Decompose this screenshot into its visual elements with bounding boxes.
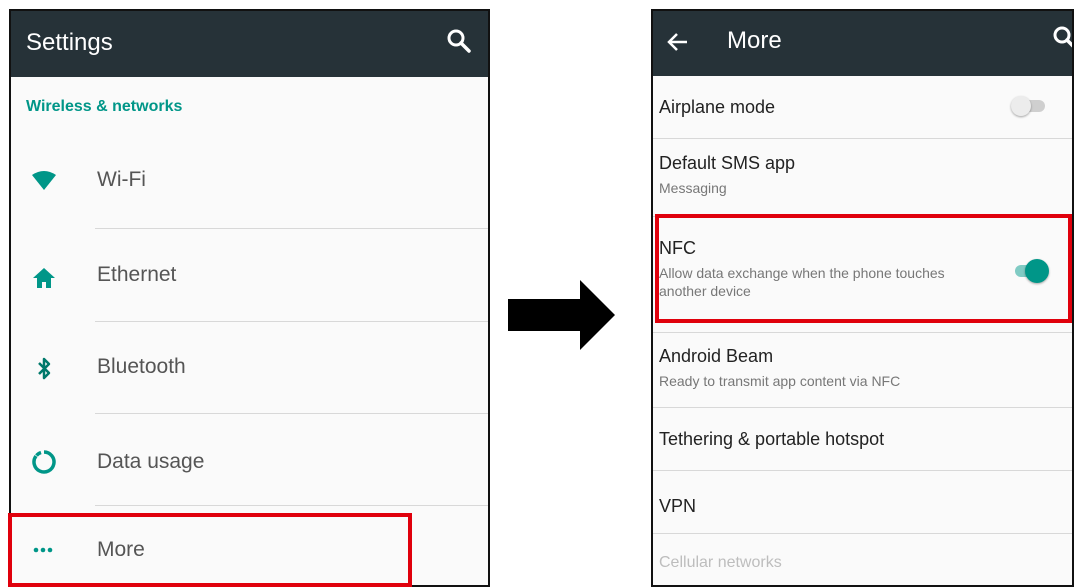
more-item-airplane-mode[interactable]: Airplane mode xyxy=(653,76,1072,138)
item-title: Tethering & portable hotspot xyxy=(659,429,885,449)
item-title: Default SMS app xyxy=(659,153,796,173)
bluetooth-icon xyxy=(38,357,51,380)
home-icon xyxy=(33,268,55,288)
settings-item-wifi[interactable]: Wi-Fi xyxy=(11,136,488,226)
item-title: Android Beam xyxy=(659,346,774,366)
item-title: Cellular networks xyxy=(659,554,782,571)
page-title: More xyxy=(727,27,782,54)
item-title: VPN xyxy=(659,496,697,516)
highlight-box-nfc xyxy=(655,214,1072,323)
right-arrow-icon xyxy=(508,280,615,350)
item-subtitle: Ready to transmit app content via NFC xyxy=(659,373,901,389)
more-item-vpn[interactable]: VPN xyxy=(653,471,1072,533)
section-header: Wireless & networks xyxy=(26,98,183,115)
more-item-cellular-networks: Cellular networks xyxy=(653,534,1072,585)
settings-item-label: Data usage xyxy=(97,450,205,473)
settings-item-data-usage[interactable]: Data usage xyxy=(11,414,488,504)
settings-item-ethernet[interactable]: Ethernet xyxy=(11,229,488,319)
settings-item-label: Bluetooth xyxy=(97,355,186,378)
settings-item-label: Ethernet xyxy=(97,263,177,286)
more-item-default-sms-app[interactable]: Default SMS app Messaging xyxy=(653,139,1072,216)
settings-screen: Settings Wireless & networks Wi-Fi Ether… xyxy=(9,9,490,587)
item-title: Airplane mode xyxy=(659,97,776,117)
settings-item-label: Wi-Fi xyxy=(97,168,146,191)
search-icon[interactable] xyxy=(444,26,474,56)
page-title: Settings xyxy=(26,29,113,56)
more-item-tethering-hotspot[interactable]: Tethering & portable hotspot xyxy=(653,408,1072,470)
settings-toolbar: Settings xyxy=(11,11,488,77)
settings-item-bluetooth[interactable]: Bluetooth xyxy=(11,322,488,412)
search-icon[interactable] xyxy=(1050,23,1074,53)
more-toolbar: More xyxy=(653,11,1072,76)
item-subtitle: Messaging xyxy=(659,180,727,196)
highlight-box-more xyxy=(8,513,412,587)
data-usage-icon xyxy=(32,450,56,474)
more-item-android-beam[interactable]: Android Beam Ready to transmit app conte… xyxy=(653,333,1072,408)
airplane-mode-toggle[interactable] xyxy=(1011,92,1045,120)
wifi-icon xyxy=(32,171,56,190)
back-arrow-icon[interactable] xyxy=(667,31,689,53)
